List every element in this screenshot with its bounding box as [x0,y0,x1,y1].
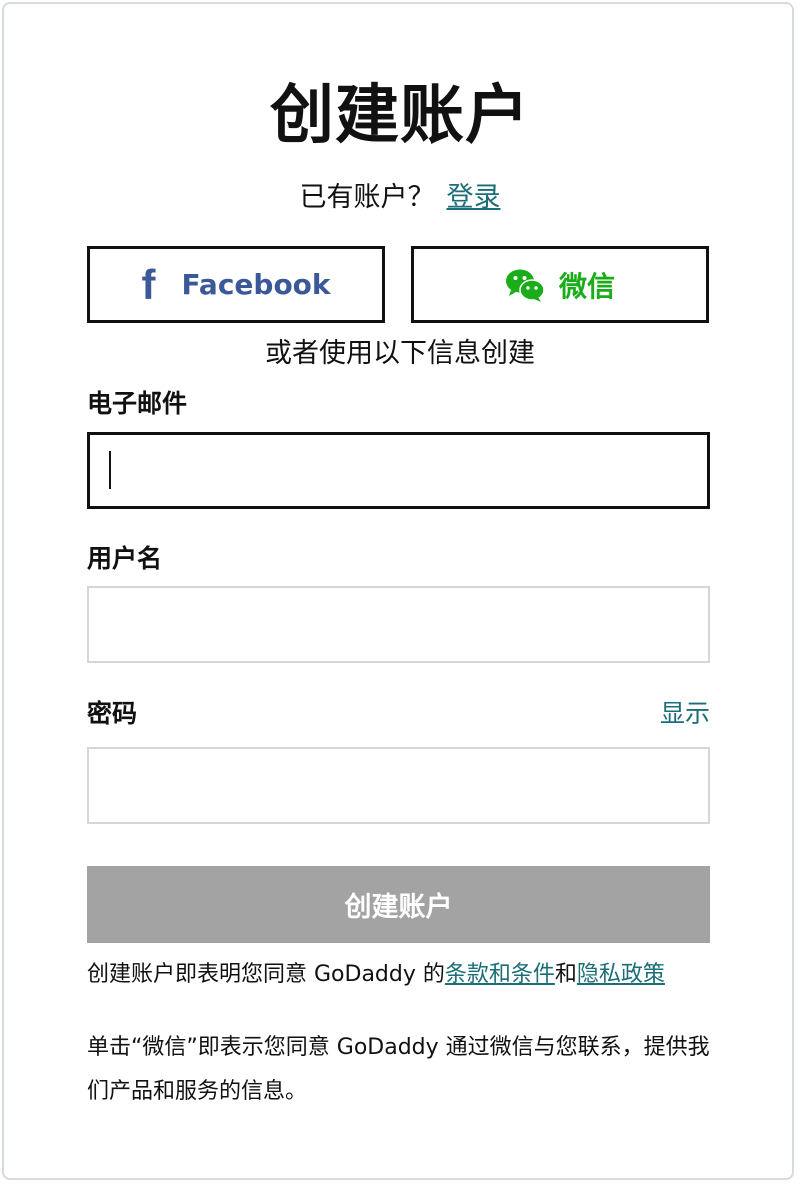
terms-and: 和 [554,962,577,987]
have-account-text: 已有账户？ [299,182,435,213]
username-label: 用户名 [87,544,163,573]
terms-text: 创建账户即表明您同意 GoDaddy 的条款和条件和隐私政策 [87,955,727,995]
privacy-link[interactable]: 隐私政策 [577,962,665,987]
facebook-f-icon: f [141,260,156,308]
signin-link[interactable]: 登录 [447,182,501,213]
create-account-button[interactable]: 创建账户 [87,866,710,943]
wechat-button[interactable]: 微信 [411,246,709,323]
or-divider-text: 或者使用以下信息创建 [265,338,535,369]
password-input[interactable] [87,747,710,824]
email-label: 电子邮件 [87,389,188,418]
show-password-toggle[interactable]: 显示 [660,696,710,732]
wechat-button-label: 微信 [558,269,615,303]
email-input[interactable] [87,432,710,509]
terms-link[interactable]: 条款和条件 [445,962,555,987]
facebook-button-label: Facebook [181,268,331,301]
password-label: 密码 [87,699,138,728]
terms-prefix: 创建账户即表明您同意 GoDaddy 的 [87,962,445,987]
username-input[interactable] [87,586,710,663]
wechat-consent-text: 单击“微信”即表示您同意 GoDaddy 通过微信与您联系，提供我们产品和服务的… [87,1035,710,1104]
text-caret [109,451,111,489]
facebook-button[interactable]: f Facebook [87,246,385,323]
page-title: 创建账户 [270,79,530,153]
wechat-icon [505,269,545,302]
signin-prompt: 已有账户？ 登录 [0,178,800,218]
